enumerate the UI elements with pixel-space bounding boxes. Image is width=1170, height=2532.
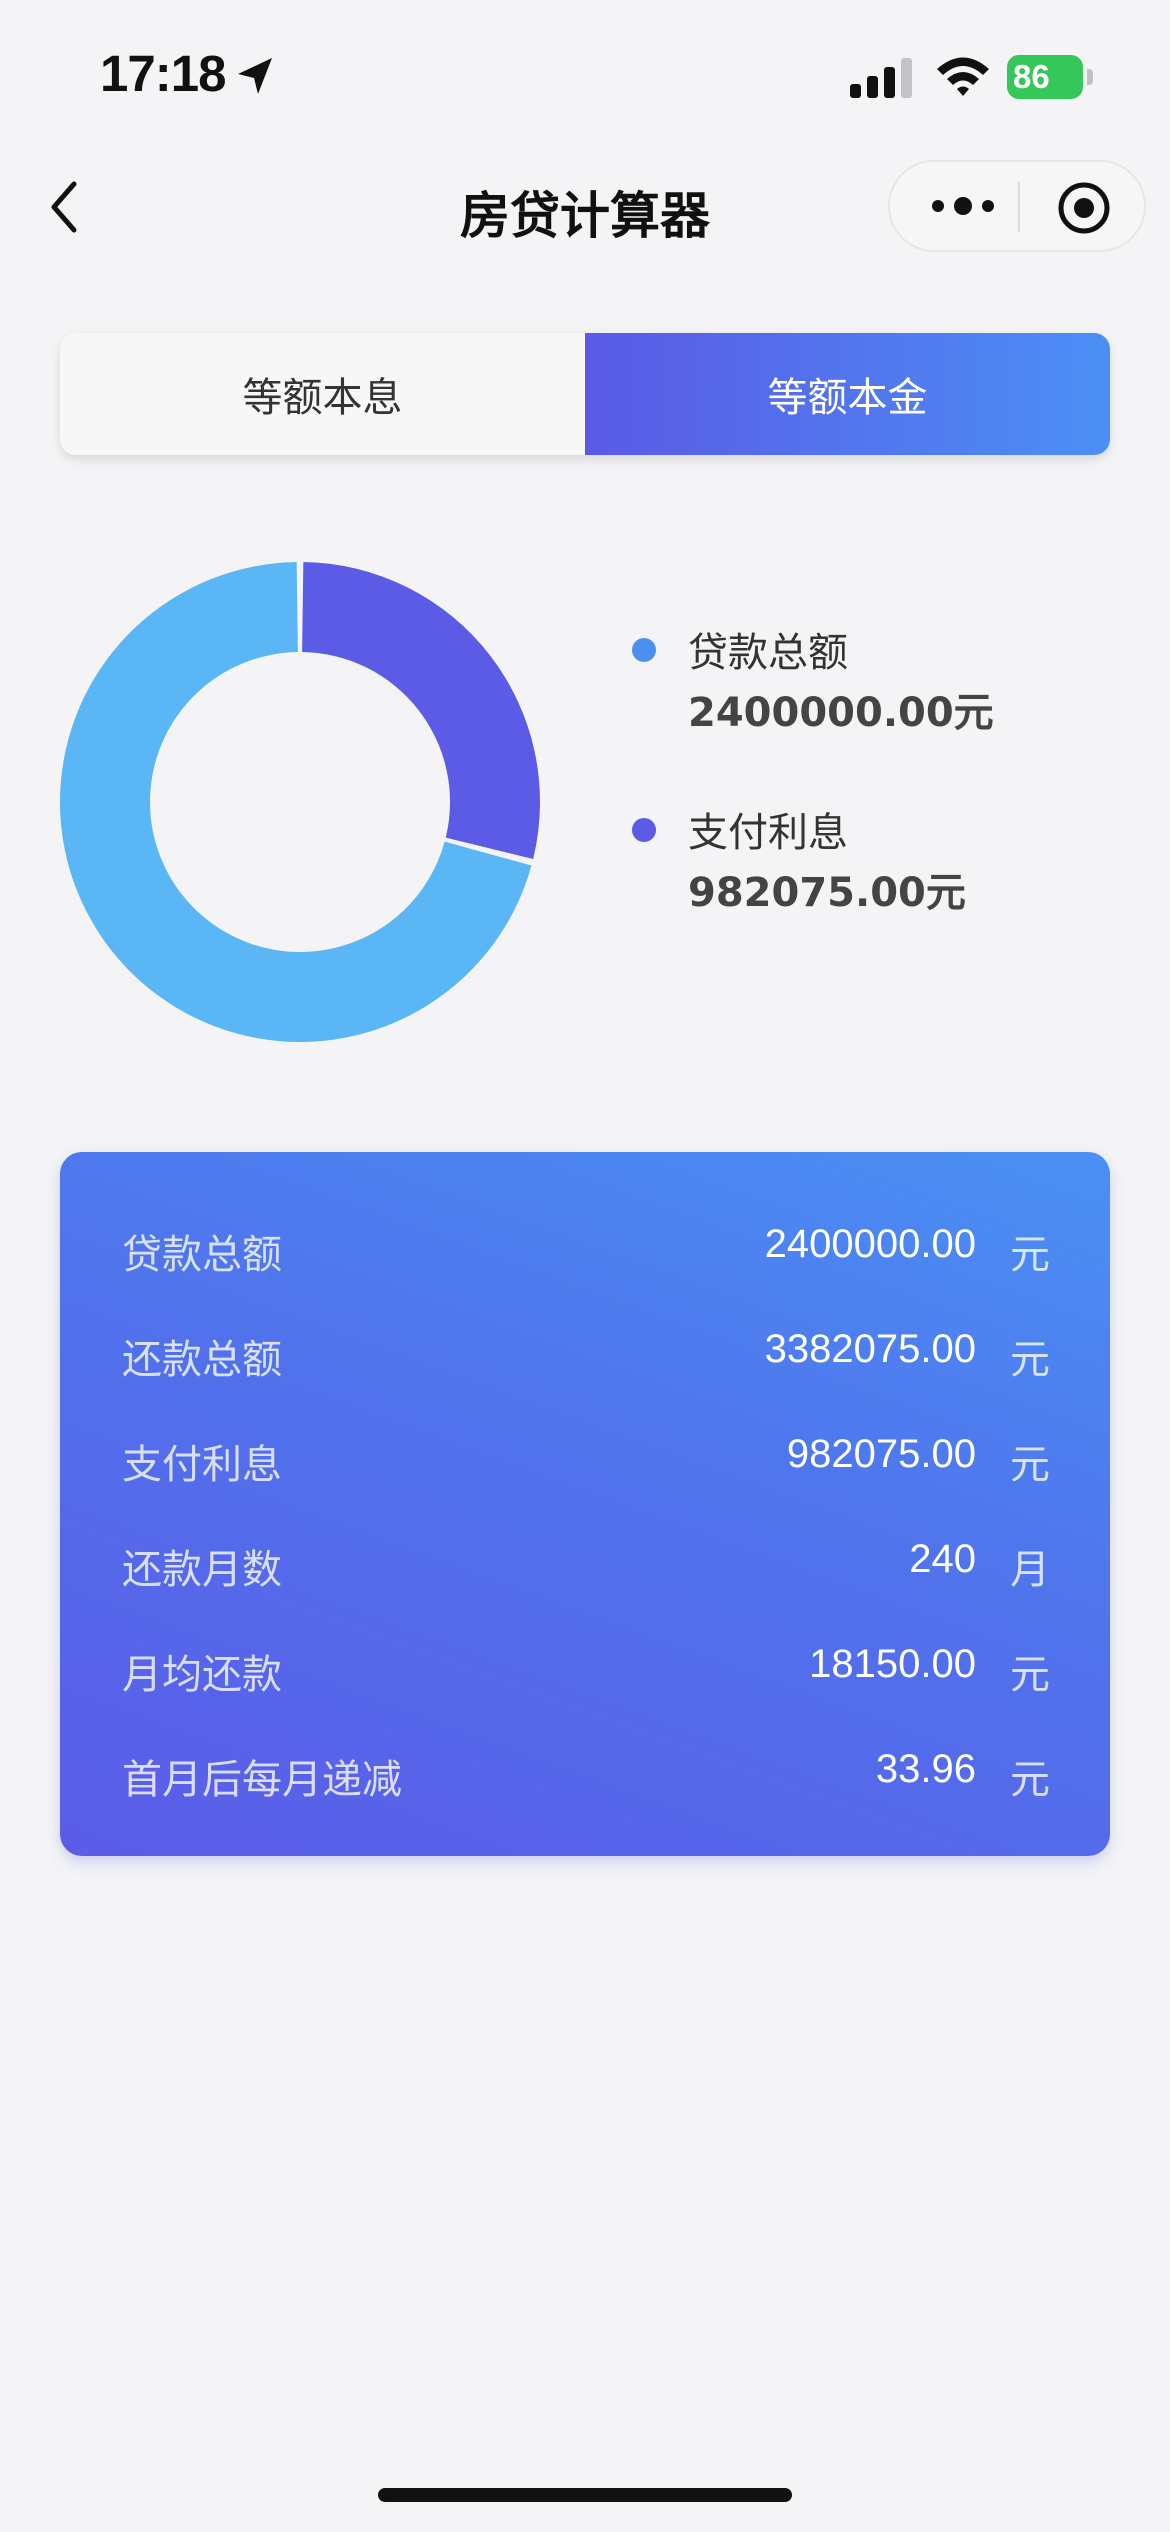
row-label: 首月后每月递减 [122,1757,402,1803]
row-label: 还款总额 [122,1337,282,1383]
tab-equal-principal[interactable]: 等额本金 [585,333,1110,455]
battery-percent: 86 [1013,58,1050,95]
home-indicator [378,2488,792,2502]
legend-value: 982075.00元 [688,870,966,916]
tab-equal-installment[interactable]: 等额本息 [60,333,585,455]
row-value: 18150.00 [809,1642,976,1686]
battery-icon: 86 [1007,55,1093,99]
donut-slice-interest [302,562,540,859]
battery-level: 86 [1007,55,1083,99]
row-value: 3382075.00 [764,1327,976,1371]
battery-tip [1087,69,1093,85]
row-unit: 元 [1010,1652,1050,1698]
legend-label: 贷款总额 [688,630,848,676]
status-bar: 17:18 86 [0,0,1170,150]
row-value: 33.96 [875,1747,976,1791]
legend-label: 支付利息 [688,810,848,856]
row-label: 还款月数 [122,1547,282,1593]
nav-bar: 房贷计算器 [0,150,1170,270]
legend-item-principal: 贷款总额 2400000.00元 [630,620,1150,800]
status-time: 17:18 [100,45,226,102]
legend-item-interest: 支付利息 982075.00元 [630,800,1150,980]
row-value: 2400000.00 [764,1222,976,1266]
chart-legend: 贷款总额 2400000.00元 支付利息 982075.00元 [630,620,1150,980]
loan-breakdown-donut-chart [60,562,540,1042]
summary-row-loan-total: 贷款总额 2400000.00 元 [60,1208,1110,1288]
location-arrow-icon [238,58,272,94]
record-target-icon[interactable] [1056,180,1112,236]
row-unit: 元 [1010,1757,1050,1803]
summary-row-interest: 支付利息 982075.00 元 [60,1418,1110,1498]
summary-card: 贷款总额 2400000.00 元 还款总额 3382075.00 元 支付利息… [60,1152,1110,1856]
summary-row-months: 还款月数 240 月 [60,1523,1110,1603]
row-unit: 元 [1010,1232,1050,1278]
summary-row-repayment-total: 还款总额 3382075.00 元 [60,1313,1110,1393]
row-unit: 元 [1010,1337,1050,1383]
row-unit: 月 [1010,1547,1050,1593]
summary-row-monthly-average: 月均还款 18150.00 元 [60,1628,1110,1708]
mini-program-capsule [888,160,1146,252]
row-label: 贷款总额 [122,1232,282,1278]
row-value: 982075.00 [786,1432,976,1476]
more-dots-icon[interactable] [928,188,998,224]
legend-dot [632,818,656,842]
wifi-icon [937,57,989,96]
cellular-signal-icon [850,58,912,98]
row-value: 240 [909,1537,976,1581]
row-label: 支付利息 [122,1442,282,1488]
row-label: 月均还款 [122,1652,282,1698]
legend-dot [632,638,656,662]
row-unit: 元 [1010,1442,1050,1488]
repayment-method-tabs: 等额本息 等额本金 [60,333,1110,455]
capsule-divider [1018,182,1020,232]
mortgage-calculator-page: 17:18 86 房贷计算器 等额本息 等额本金 贷款总额 2400000.00… [0,0,1170,2532]
summary-row-monthly-decrease: 首月后每月递减 33.96 元 [60,1733,1110,1813]
legend-value: 2400000.00元 [688,690,994,736]
